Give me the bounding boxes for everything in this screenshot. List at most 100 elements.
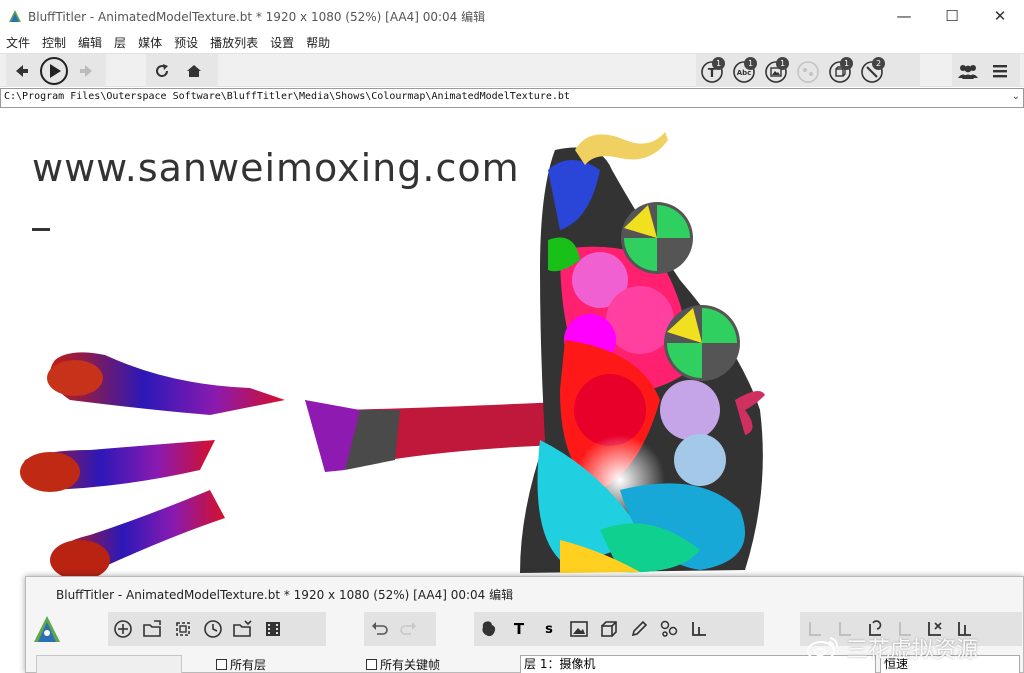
menu-button[interactable]	[984, 55, 1016, 87]
model-button[interactable]	[594, 614, 624, 644]
app-logo-icon	[34, 616, 60, 642]
redo-button[interactable]	[394, 614, 424, 644]
hamburger-icon	[993, 64, 1007, 77]
effect-layer-button[interactable]: 2	[856, 55, 888, 87]
open-button[interactable]	[138, 614, 168, 644]
clock-icon	[204, 620, 222, 638]
undo-icon	[372, 622, 388, 635]
folder-import-icon	[233, 620, 252, 637]
model-layer-badge: 1	[840, 56, 853, 70]
text-button[interactable]: T	[504, 614, 534, 644]
menu-settings[interactable]: 设置	[270, 34, 294, 51]
all-layers-checkbox-box[interactable]	[216, 659, 227, 670]
title-bar: BluffTitler - AnimatedModelTexture.bt * …	[0, 0, 1024, 32]
menu-media[interactable]: 媒体	[138, 34, 162, 51]
abc-layer-badge: 1	[744, 56, 757, 70]
all-layers-label: 所有层	[230, 658, 267, 672]
particle-layer-icon	[797, 60, 819, 83]
pencil-icon	[631, 620, 648, 637]
undo-button[interactable]	[364, 614, 394, 644]
previous-button[interactable]	[6, 55, 38, 87]
draw-button[interactable]	[624, 614, 654, 644]
axis-button[interactable]	[684, 614, 714, 644]
picture-icon	[570, 621, 588, 637]
view-group	[952, 54, 1020, 87]
sub-file-group	[108, 612, 326, 646]
menu-playlist[interactable]: 播放列表	[210, 34, 258, 51]
picture-layer-badge: 1	[776, 56, 789, 70]
text-cursor	[32, 228, 50, 231]
abc-layer-button[interactable]: Abc 1	[728, 55, 760, 87]
sub-layer-group: T s	[474, 612, 764, 646]
menu-edit[interactable]: 编辑	[78, 34, 102, 51]
effect-layer-badge: 2	[872, 56, 885, 70]
cube-icon	[601, 621, 617, 637]
sub-logo-group	[32, 612, 76, 646]
particles-button[interactable]	[654, 614, 684, 644]
layer-select-value: 层 1：摄像机	[524, 657, 596, 671]
abc-label: Abc	[737, 69, 752, 77]
all-layers-checkbox[interactable]: 所有层	[216, 656, 266, 673]
next-button[interactable]	[70, 55, 102, 87]
film-icon	[266, 622, 280, 636]
text-layer-button[interactable]: T 1	[696, 55, 728, 87]
menu-presets[interactable]: 预设	[174, 34, 198, 51]
redo-icon	[400, 622, 416, 635]
crop-icon	[176, 622, 190, 636]
all-keyframes-checkbox[interactable]: 所有关键帧	[366, 656, 440, 673]
subtitle-icon: s	[545, 621, 553, 637]
blob-icon	[482, 621, 496, 637]
arrow-left-icon	[16, 64, 28, 77]
history-button[interactable]	[198, 614, 228, 644]
app-logo-icon	[9, 10, 21, 22]
menu-help[interactable]: 帮助	[306, 34, 330, 51]
file-path-value: C:\Program Files\Outerspace Software\Blu…	[4, 91, 570, 102]
file-path-combobox[interactable]: C:\Program Files\Outerspace Software\Blu…	[0, 88, 1024, 108]
close-icon: ✕	[993, 7, 1007, 25]
subtitle-button[interactable]: s	[534, 614, 564, 644]
import-button[interactable]	[228, 614, 258, 644]
watermark-text: 三花虚拟资源	[846, 638, 979, 663]
add-button[interactable]	[108, 614, 138, 644]
film-button[interactable]	[258, 614, 288, 644]
secondary-window-title: BluffTitler - AnimatedModelTexture.bt * …	[56, 588, 514, 602]
refresh-icon	[156, 63, 169, 77]
arrow-right-icon	[80, 64, 92, 77]
text-icon: T	[513, 620, 525, 638]
minimize-icon: —	[896, 7, 912, 25]
text-layer-badge: 1	[712, 56, 725, 70]
application-window: BluffTitler - AnimatedModelTexture.bt * …	[0, 0, 1024, 673]
navigation-group	[146, 54, 218, 87]
window-title: BluffTitler - AnimatedModelTexture.bt * …	[28, 9, 486, 24]
crop-button[interactable]	[168, 614, 198, 644]
maximize-button[interactable]: ☐	[928, 0, 976, 32]
layer-list-box[interactable]	[36, 655, 182, 673]
chevron-down-icon[interactable]: ⌄	[1012, 91, 1020, 102]
all-keyframes-checkbox-box[interactable]	[366, 659, 377, 670]
close-button[interactable]: ✕	[976, 0, 1024, 32]
home-button[interactable]	[178, 55, 210, 87]
all-keyframes-label: 所有关键帧	[380, 658, 441, 672]
menu-control[interactable]: 控制	[42, 34, 66, 51]
weibo-logo-icon	[807, 637, 839, 661]
watermark: 三花虚拟资源	[806, 632, 978, 664]
menu-bar: 文件 控制 编辑 层 媒体 预设 播放列表 设置 帮助	[0, 32, 1024, 52]
play-icon	[40, 56, 68, 85]
menu-layer[interactable]: 层	[114, 34, 126, 51]
model-layer-button[interactable]: 1	[824, 55, 856, 87]
layer-type-group: T 1 Abc 1 1 1 2	[696, 54, 920, 87]
home-icon	[187, 64, 201, 77]
users-button[interactable]	[952, 55, 984, 87]
play-button[interactable]	[38, 55, 70, 87]
playback-group	[6, 54, 106, 87]
shape-button[interactable]	[474, 614, 504, 644]
particle-layer-button[interactable]	[792, 55, 824, 87]
picture-layer-button[interactable]: 1	[760, 55, 792, 87]
window-controls: — ☐ ✕	[880, 0, 1024, 32]
minimize-button[interactable]: —	[880, 0, 928, 32]
menu-file[interactable]: 文件	[6, 34, 30, 51]
refresh-button[interactable]	[146, 55, 178, 87]
picture-button[interactable]	[564, 614, 594, 644]
axis-icon	[692, 622, 706, 636]
maximize-icon: ☐	[945, 7, 959, 25]
